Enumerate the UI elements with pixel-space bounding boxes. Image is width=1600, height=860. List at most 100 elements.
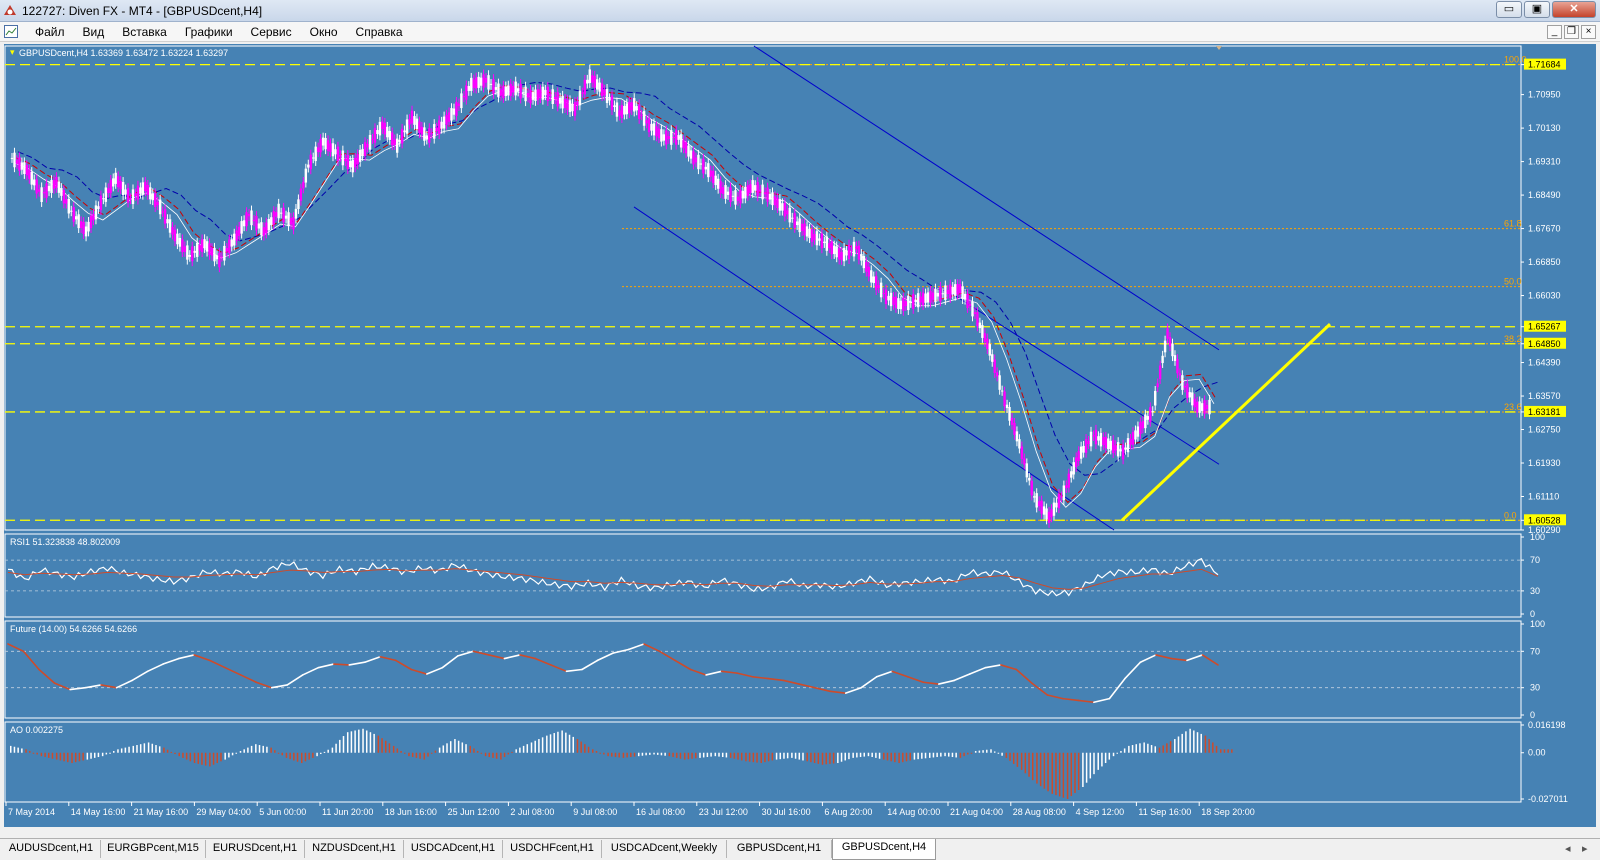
chart-header-arrow-icon: ▾ bbox=[10, 47, 15, 57]
candle-body bbox=[620, 105, 624, 119]
ao-bar bbox=[136, 745, 138, 753]
chart-canvas[interactable]: 100.0 61.8 50.0 38.2 23.6 0.0 ▾ GBPUSDcent,H4 1… bbox=[4, 44, 1596, 827]
candle-body bbox=[136, 185, 140, 200]
candle-body bbox=[716, 178, 720, 189]
menu-charts[interactable]: Графики bbox=[176, 25, 242, 39]
tab-usdcadcent-h1[interactable]: USDCADcent,H1 bbox=[404, 840, 503, 858]
candle-body bbox=[946, 290, 950, 295]
ao-bar bbox=[764, 752, 766, 763]
indicator-header: Future (14.00) 54.6266 54.6266 bbox=[10, 624, 137, 634]
close-button[interactable]: ✕ bbox=[1552, 1, 1596, 18]
ao-bar bbox=[495, 752, 498, 759]
candle-body bbox=[954, 284, 957, 296]
ao-bar bbox=[878, 752, 881, 759]
candle-body bbox=[526, 93, 530, 98]
candle-body bbox=[615, 102, 619, 117]
ao-bar bbox=[587, 746, 590, 753]
candle-body bbox=[603, 89, 606, 96]
mdi-minimize-button[interactable]: _ bbox=[1547, 25, 1562, 39]
tab-gbpusdcent-h4[interactable]: GBPUSDcent,H4 bbox=[832, 839, 936, 860]
tab-scroll-right-icon[interactable]: ▸ bbox=[1582, 842, 1588, 855]
candle-body bbox=[578, 90, 582, 106]
ao-bar bbox=[296, 752, 299, 762]
price-axis-label: 1.66030 bbox=[1528, 291, 1561, 301]
ao-bar bbox=[82, 752, 84, 761]
ao-bar bbox=[358, 729, 360, 753]
tab-audusdcent-h1[interactable]: AUDUSDcent,H1 bbox=[2, 840, 101, 858]
menu-help[interactable]: Справка bbox=[347, 25, 412, 39]
candle-body bbox=[134, 193, 137, 196]
ao-bar bbox=[59, 752, 62, 761]
candle-body bbox=[956, 284, 959, 295]
candle-body bbox=[1171, 343, 1174, 357]
candle-body bbox=[45, 183, 48, 198]
maximize-button[interactable]: ▣ bbox=[1524, 1, 1550, 18]
chart-window[interactable]: 100.0 61.8 50.0 38.2 23.6 0.0 ▾ GBPUSDcent,H4 1… bbox=[4, 44, 1596, 827]
ao-bar bbox=[1158, 747, 1161, 753]
candle-body bbox=[410, 110, 414, 124]
ao-bar bbox=[595, 751, 598, 753]
tab-usdcadcent-weekly[interactable]: USDCADcent,Weekly bbox=[602, 840, 727, 858]
ao-bar bbox=[335, 743, 337, 753]
tab-usdchfcent-h1[interactable]: USDCHFcent,H1 bbox=[503, 840, 602, 858]
ao-bar bbox=[603, 752, 605, 755]
menu-view[interactable]: Вид bbox=[74, 25, 114, 39]
candle-body bbox=[65, 199, 68, 204]
candle-body bbox=[1161, 355, 1164, 364]
minimize-button[interactable]: ▭ bbox=[1496, 1, 1522, 18]
ao-bar bbox=[250, 745, 253, 753]
future-line-segment bbox=[922, 681, 940, 685]
candle-body bbox=[326, 140, 330, 152]
ao-bar bbox=[29, 751, 31, 753]
menu-window[interactable]: Окно bbox=[301, 25, 347, 39]
future-line-segment bbox=[798, 683, 816, 689]
candle-body bbox=[709, 170, 712, 177]
tab-eurgbpcent-m15[interactable]: EURGBPcent,M15 bbox=[101, 840, 206, 858]
menu-file[interactable]: Файл bbox=[26, 25, 74, 39]
ao-bar bbox=[668, 752, 671, 757]
future-line-segment bbox=[426, 666, 444, 675]
tab-eurusdcent-h1[interactable]: EURUSDcent,H1 bbox=[206, 840, 305, 858]
mdi-close-button[interactable]: × bbox=[1581, 25, 1596, 39]
candle-body bbox=[442, 116, 446, 129]
candle-body bbox=[1030, 480, 1033, 496]
candle-body bbox=[1047, 511, 1051, 523]
candle-body bbox=[479, 77, 483, 86]
candle-body bbox=[494, 87, 498, 90]
candle-body bbox=[1042, 506, 1046, 515]
ao-bar bbox=[852, 752, 854, 758]
ao-bar bbox=[346, 732, 349, 753]
future-line-segment bbox=[1155, 654, 1173, 660]
ao-bar bbox=[565, 732, 567, 753]
chart-window-icon[interactable] bbox=[4, 25, 18, 38]
ao-bar bbox=[775, 752, 778, 760]
candle-body bbox=[33, 179, 36, 186]
ao-bar bbox=[93, 752, 96, 758]
candle-body bbox=[279, 212, 283, 214]
candle-body bbox=[783, 202, 787, 217]
tab-scroll-left-icon[interactable]: ◂ bbox=[1565, 842, 1571, 855]
candle-body bbox=[1089, 431, 1093, 447]
time-axis-label: 23 Jul 12:00 bbox=[699, 807, 748, 817]
future-line-segment bbox=[1046, 694, 1064, 700]
ao-bar bbox=[909, 752, 911, 761]
candle-body bbox=[842, 247, 846, 262]
candle-body bbox=[978, 322, 982, 329]
candle-body bbox=[102, 198, 105, 200]
menu-insert[interactable]: Вставка bbox=[113, 25, 176, 39]
ao-bar bbox=[1147, 743, 1149, 753]
candle-body bbox=[472, 79, 475, 88]
ao-bar bbox=[917, 752, 919, 760]
candle-body bbox=[583, 79, 587, 95]
candle-body bbox=[455, 101, 458, 116]
ao-bar bbox=[384, 740, 387, 753]
candle-body bbox=[467, 86, 470, 91]
ao-bar bbox=[117, 749, 119, 753]
menu-tools[interactable]: Сервис bbox=[242, 25, 301, 39]
tab-nzdusdcent-h1[interactable]: NZDUSDcent,H1 bbox=[305, 840, 404, 858]
future-line-segment bbox=[457, 650, 475, 657]
candle-body bbox=[558, 97, 562, 104]
tab-gbpusdcent-h1[interactable]: GBPUSDcent,H1 bbox=[727, 840, 832, 858]
candle-body bbox=[255, 216, 258, 231]
mdi-restore-button[interactable]: ❐ bbox=[1564, 25, 1579, 39]
